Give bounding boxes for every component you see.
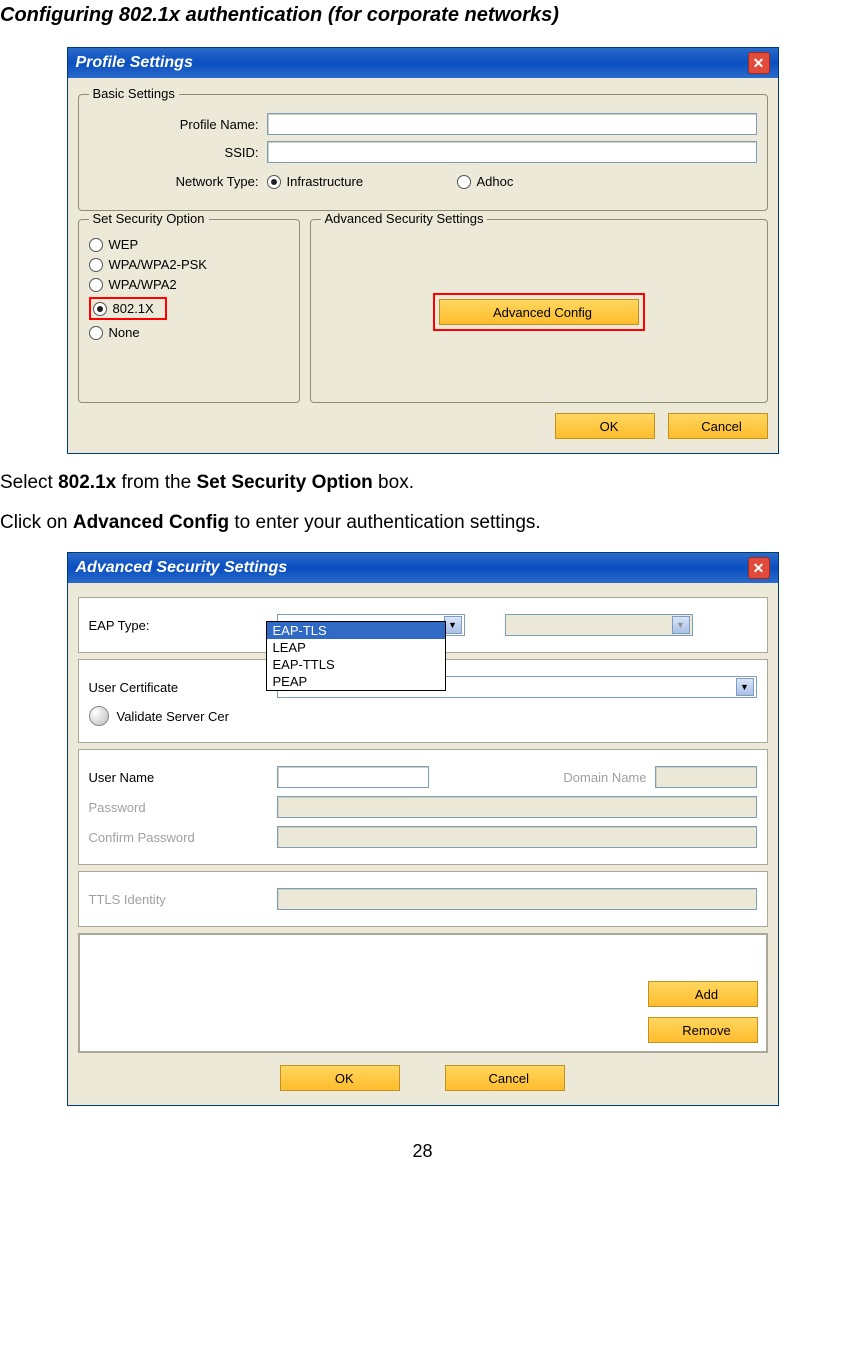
radio-infrastructure[interactable]: Infrastructure xyxy=(267,174,457,189)
ok-button[interactable]: OK xyxy=(555,413,655,439)
basic-legend: Basic Settings xyxy=(89,86,179,101)
advanced-config-highlight: Advanced Config xyxy=(433,293,645,331)
radio-adhoc[interactable]: Adhoc xyxy=(457,174,514,189)
page-heading: Configuring 802.1x authentication (for c… xyxy=(0,4,845,27)
ttls-identity-label: TTLS Identity xyxy=(89,892,277,907)
eap-type-label: EAP Type: xyxy=(89,618,277,633)
dropdown-item[interactable]: LEAP xyxy=(267,639,445,656)
instruction-2: Click on Advanced Config to enter your a… xyxy=(0,512,845,534)
eap-type-section: EAP Type: EAP-TLS ▼ ▼ EAP-TLS LEAP EAP-T… xyxy=(78,597,768,653)
instruction-1: Select 802.1x from the Set Security Opti… xyxy=(0,472,845,494)
radio-icon xyxy=(457,175,471,189)
advanced-config-button[interactable]: Advanced Config xyxy=(439,299,639,325)
page-number: 28 xyxy=(0,1141,845,1162)
advanced-security-settings-dialog: Advanced Security Settings ✕ EAP Type: E… xyxy=(67,552,779,1106)
cancel-button[interactable]: Cancel xyxy=(445,1065,565,1091)
dropdown-item[interactable]: PEAP xyxy=(267,673,445,690)
radio-icon xyxy=(267,175,281,189)
advanced-legend: Advanced Security Settings xyxy=(321,211,488,226)
advanced-security-group: Advanced Security Settings Advanced Conf… xyxy=(310,219,768,403)
basic-settings-group: Basic Settings Profile Name: SSID: Netwo… xyxy=(78,94,768,211)
domain-name-input xyxy=(655,766,757,788)
radio-icon xyxy=(89,278,103,292)
password-label: Password xyxy=(89,800,277,815)
list-section: Add Remove xyxy=(78,933,768,1053)
cancel-button[interactable]: Cancel xyxy=(668,413,768,439)
radio-label: Adhoc xyxy=(477,174,514,189)
security-legend: Set Security Option xyxy=(89,211,209,226)
user-name-label: User Name xyxy=(89,770,277,785)
dropdown-item[interactable]: EAP-TTLS xyxy=(267,656,445,673)
ok-button[interactable]: OK xyxy=(280,1065,400,1091)
eap-subtype-combo: ▼ xyxy=(505,614,693,636)
titlebar: Advanced Security Settings ✕ xyxy=(68,553,778,583)
dialog-title: Advanced Security Settings xyxy=(76,559,288,577)
radio-icon xyxy=(89,326,103,340)
confirm-password-input xyxy=(277,826,757,848)
radio-label: Infrastructure xyxy=(287,174,364,189)
dropdown-item[interactable]: EAP-TLS xyxy=(267,622,445,639)
password-input xyxy=(277,796,757,818)
titlebar: Profile Settings ✕ xyxy=(68,48,778,78)
eap-type-dropdown[interactable]: EAP-TLS LEAP EAP-TTLS PEAP xyxy=(266,621,446,691)
radio-wpa[interactable]: WPA/WPA2 xyxy=(89,277,289,292)
confirm-password-label: Confirm Password xyxy=(89,830,277,845)
chevron-down-icon[interactable]: ▼ xyxy=(444,616,462,634)
chevron-down-icon: ▼ xyxy=(672,616,690,634)
close-icon[interactable]: ✕ xyxy=(748,52,770,74)
certificate-list: Add Remove xyxy=(79,934,767,1052)
radio-icon xyxy=(89,258,103,272)
radio-label: 802.1X xyxy=(113,301,154,316)
chevron-down-icon[interactable]: ▼ xyxy=(736,678,754,696)
profile-name-label: Profile Name: xyxy=(89,117,267,132)
radio-wpa-psk[interactable]: WPA/WPA2-PSK xyxy=(89,257,289,272)
validate-server-label: Validate Server Cer xyxy=(117,709,229,724)
profile-settings-dialog: Profile Settings ✕ Basic Settings Profil… xyxy=(67,47,779,454)
radio-8021x[interactable]: 802.1X xyxy=(89,297,167,320)
radio-label: None xyxy=(109,325,140,340)
ssid-input[interactable] xyxy=(267,141,757,163)
user-certificate-label: User Certificate xyxy=(89,680,277,695)
add-button[interactable]: Add xyxy=(648,981,758,1007)
radio-icon xyxy=(93,302,107,316)
radio-wep[interactable]: WEP xyxy=(89,237,289,252)
radio-none[interactable]: None xyxy=(89,325,289,340)
user-name-input[interactable] xyxy=(277,766,429,788)
radio-label: WEP xyxy=(109,237,139,252)
radio-label: WPA/WPA2-PSK xyxy=(109,257,207,272)
profile-name-input[interactable] xyxy=(267,113,757,135)
radio-icon xyxy=(89,238,103,252)
dialog-title: Profile Settings xyxy=(76,54,193,72)
validate-server-checkbox[interactable] xyxy=(89,706,109,726)
network-type-label: Network Type: xyxy=(89,174,267,189)
remove-button[interactable]: Remove xyxy=(648,1017,758,1043)
close-icon[interactable]: ✕ xyxy=(748,557,770,579)
credentials-section: User Name Domain Name Password Confirm P… xyxy=(78,749,768,865)
ssid-label: SSID: xyxy=(89,145,267,160)
ttls-identity-input xyxy=(277,888,757,910)
radio-label: WPA/WPA2 xyxy=(109,277,177,292)
ttls-section: TTLS Identity xyxy=(78,871,768,927)
domain-name-label: Domain Name xyxy=(429,770,655,785)
security-option-group: Set Security Option WEP WPA/WPA2-PSK WPA… xyxy=(78,219,300,403)
